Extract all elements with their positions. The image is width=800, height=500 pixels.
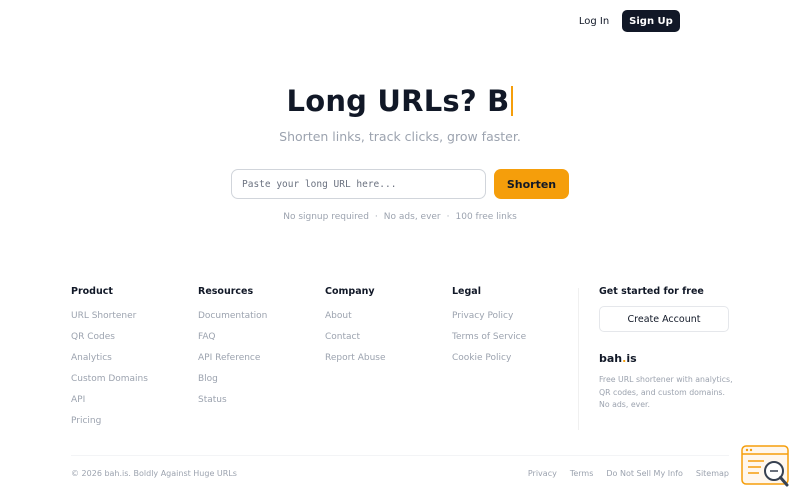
feature-free-links: 100 free links [455,212,517,222]
feature-separator: · [374,212,378,222]
footer-link-privacy-policy[interactable]: Privacy Policy [452,310,526,331]
footer-column-legal: Legal Privacy Policy Terms of Service Co… [452,286,526,373]
footer-link-about[interactable]: About [325,310,386,331]
copyright-text: © 2026 bah.is. Boldly Against Huge URLs [71,469,237,478]
typing-caret [511,86,514,116]
bottom-link-sitemap[interactable]: Sitemap [696,469,729,478]
bottom-link-do-not-sell[interactable]: Do Not Sell My Info [606,469,682,478]
footer-link-documentation[interactable]: Documentation [198,310,267,331]
footer-link-url-shortener[interactable]: URL Shortener [71,310,148,331]
footer-divider [578,288,579,430]
footer-link-contact[interactable]: Contact [325,331,386,352]
bottom-link-privacy[interactable]: Privacy [528,469,557,478]
footer-column-title: Product [71,286,113,297]
hero-title: Long URLs? B [0,84,800,118]
footer-bottom-divider [71,455,729,456]
create-account-button[interactable]: Create Account [599,306,729,332]
footer-link-api[interactable]: API [71,394,148,415]
footer-link-cookie-policy[interactable]: Cookie Policy [452,352,526,373]
brand-tld: is [626,352,637,365]
footer-link-status[interactable]: Status [198,394,267,415]
footer-column-title: Resources [198,286,254,297]
brand-name: bah [599,352,623,365]
hero-title-text: Long URLs? B [286,84,510,118]
brand-description: Free URL shortener with analytics, QR co… [599,375,733,409]
footer-link-faq[interactable]: FAQ [198,331,267,352]
footer-link-api-reference[interactable]: API Reference [198,352,267,373]
feature-list: No signup required · No ads, ever · 100 free… [0,212,800,222]
footer-link-pricing[interactable]: Pricing [71,415,148,436]
login-link[interactable]: Log In [574,10,614,32]
footer-link-terms-of-service[interactable]: Terms of Service [452,331,526,352]
hero-subtitle: Shorten links, track clicks, grow faster… [279,129,521,144]
search-help-icon [741,445,789,487]
footer-column-title: Legal [452,286,481,297]
footer-column-resources: Resources Documentation FAQ API Referenc… [198,286,267,415]
signup-button[interactable]: Sign Up [622,10,680,32]
footer-link-analytics[interactable]: Analytics [71,352,148,373]
footer-column-company: Company About Contact Report Abuse [325,286,386,373]
footer-link-custom-domains[interactable]: Custom Domains [71,373,148,394]
search-help-widget[interactable] [741,445,791,489]
feature-separator: · [446,212,450,222]
footer-bottom-links: Privacy Terms Do Not Sell My Info Sitema… [528,469,729,478]
feature-no-ads: No ads, ever [383,212,441,222]
url-input[interactable] [231,169,486,199]
footer-link-report-abuse[interactable]: Report Abuse [325,352,386,373]
site-header: Log In Sign Up [0,0,800,42]
shorten-button[interactable]: Shorten [494,169,569,199]
brand-logo: bah.is [599,352,637,365]
footer-column-product: Product URL Shortener QR Codes Analytics… [71,286,148,436]
footer-column-title: Company [325,286,375,297]
footer-link-qr-codes[interactable]: QR Codes [71,331,148,352]
cta-title: Get started for free [599,286,704,297]
bottom-link-terms[interactable]: Terms [570,469,594,478]
feature-no-signup: No signup required [283,212,369,222]
footer-link-blog[interactable]: Blog [198,373,267,394]
